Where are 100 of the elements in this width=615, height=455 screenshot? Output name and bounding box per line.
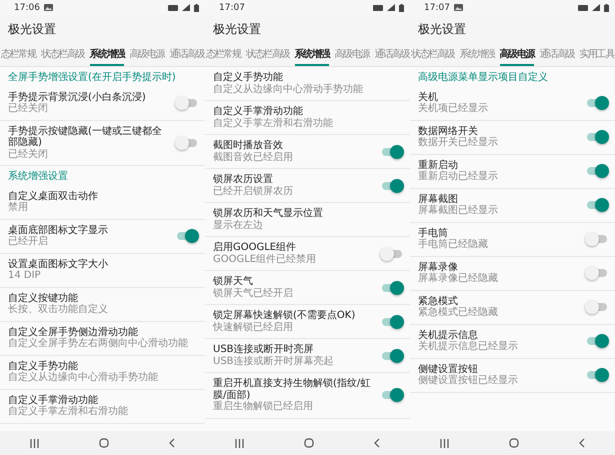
image-icon bbox=[44, 4, 53, 11]
setting-summary: 自定义手掌左滑和右滑功能 bbox=[213, 118, 333, 129]
battery-icon bbox=[399, 4, 404, 12]
app-title: 极光设置 bbox=[8, 20, 56, 38]
toggle-switch[interactable] bbox=[585, 266, 609, 280]
app-title: 极光设置 bbox=[213, 20, 261, 38]
setting-title[interactable]: 锁屏天气 bbox=[213, 276, 253, 288]
app-title: 极光设置 bbox=[418, 20, 466, 38]
setting-title[interactable]: 重新启动 bbox=[418, 160, 458, 171]
tab[interactable]: 系统增强 bbox=[90, 43, 124, 66]
setting-title[interactable]: 自定义手势功能 bbox=[8, 360, 78, 372]
toggle-switch[interactable] bbox=[380, 388, 404, 402]
indicator-icon bbox=[373, 4, 383, 10]
section-header: 系统增强设置 bbox=[7, 170, 69, 184]
setting-summary: 屏幕截图已经显示 bbox=[418, 205, 498, 216]
signal-icon bbox=[387, 4, 395, 11]
toggle-switch[interactable] bbox=[175, 229, 199, 243]
back-icon[interactable] bbox=[169, 438, 175, 448]
setting-title[interactable]: 关机提示信息 bbox=[418, 330, 478, 341]
back-icon[interactable] bbox=[374, 438, 380, 448]
toggle-switch[interactable] bbox=[585, 368, 609, 382]
indicator-icon bbox=[168, 4, 178, 10]
setting-title[interactable]: 屏幕截图 bbox=[418, 194, 458, 205]
tab[interactable]: 高级电源 bbox=[500, 43, 534, 66]
setting-title[interactable]: 侧键设置按钮 bbox=[418, 364, 478, 375]
setting-title[interactable]: 数据网络开关 bbox=[418, 126, 478, 137]
toggle-switch[interactable] bbox=[175, 96, 199, 110]
toggle-switch[interactable] bbox=[585, 130, 609, 144]
setting-summary: 自定义手掌左滑和右滑功能 bbox=[8, 406, 128, 418]
setting-title[interactable]: 锁屏农历设置 bbox=[213, 174, 273, 186]
image-icon bbox=[454, 4, 463, 11]
setting-title[interactable]: 自定义手掌滑动功能 bbox=[213, 106, 303, 118]
setting-title[interactable]: 自定义手势功能 bbox=[213, 72, 283, 84]
setting-summary: 数据开关已经显示 bbox=[418, 137, 498, 148]
setting-summary: 屏幕录像已经隐藏 bbox=[418, 273, 498, 284]
toggle-switch[interactable] bbox=[585, 198, 609, 212]
setting-summary: 手电筒已经隐藏 bbox=[418, 239, 488, 250]
setting-summary: 重启生物解锁已经启用 bbox=[213, 401, 313, 412]
setting-summary: 已经关闭 bbox=[8, 103, 48, 114]
status-time: 17:07 bbox=[424, 2, 450, 12]
toggle-switch[interactable] bbox=[585, 334, 609, 348]
section-header: 全屏手势增强设置(在开启手势提示时) bbox=[7, 70, 177, 85]
toggle-switch[interactable] bbox=[380, 178, 404, 192]
setting-summary: 侧键设置按钮已经显示 bbox=[418, 375, 518, 386]
setting-summary: 自定义从边缘向中心滑动手势功能 bbox=[8, 372, 158, 384]
setting-title[interactable]: 重启开机直接支持生物解锁(指纹/虹膜/面部) bbox=[213, 378, 374, 401]
status-time: 17:06 bbox=[14, 2, 40, 12]
setting-title[interactable]: 桌面底部图标文字显示 bbox=[8, 224, 108, 236]
setting-title[interactable]: 紧急模式 bbox=[418, 296, 458, 307]
signal-icon bbox=[592, 4, 600, 11]
battery-icon bbox=[194, 4, 199, 12]
setting-summary: 关机提示信息已经显示 bbox=[418, 341, 518, 352]
setting-title[interactable]: 锁定屏幕快速解锁(不需要点OK) bbox=[213, 310, 356, 322]
setting-summary: 自定义全屏手势左右两侧向中心滑动功能 bbox=[8, 338, 188, 350]
setting-title[interactable]: 设置桌面图标文字大小 bbox=[8, 258, 108, 270]
setting-summary: 已经关闭 bbox=[8, 148, 48, 160]
setting-summary: USB连接或断开时屏幕亮起 bbox=[213, 356, 334, 367]
recent-apps-icon[interactable] bbox=[440, 438, 449, 448]
setting-title[interactable]: 关机 bbox=[418, 92, 438, 103]
setting-title[interactable]: USB连接或断开时亮屏 bbox=[213, 344, 314, 356]
home-icon[interactable] bbox=[304, 438, 314, 448]
setting-title[interactable]: 自定义手掌滑动功能 bbox=[8, 394, 98, 406]
toggle-switch[interactable] bbox=[380, 314, 404, 328]
setting-summary: GOOGLE组件已经禁用 bbox=[213, 254, 316, 265]
tab[interactable]: 系统增强 bbox=[294, 43, 329, 66]
toggle-switch[interactable] bbox=[380, 348, 404, 362]
setting-title[interactable]: 屏幕录像 bbox=[418, 262, 458, 273]
toggle-switch[interactable] bbox=[585, 232, 609, 246]
toggle-switch[interactable] bbox=[380, 246, 404, 260]
setting-title[interactable]: 手势提示按键隐藏(一键或三键都全部隐藏) bbox=[8, 126, 169, 148]
setting-title[interactable]: 自定义全屏手势侧边滑动功能 bbox=[8, 326, 138, 338]
setting-title[interactable]: 自定义桌面双击动作 bbox=[8, 190, 98, 202]
battery-icon bbox=[604, 4, 609, 12]
setting-summary: 截图音效已经启用 bbox=[213, 152, 293, 163]
home-icon[interactable] bbox=[509, 438, 519, 448]
setting-title[interactable]: 手电筒 bbox=[418, 228, 448, 239]
recent-apps-icon[interactable] bbox=[30, 438, 39, 448]
setting-summary: 已经开启锁屏农历 bbox=[213, 186, 293, 197]
signal-icon bbox=[182, 4, 190, 11]
recent-apps-icon[interactable] bbox=[235, 438, 244, 448]
setting-title[interactable]: 自定义按键功能 bbox=[8, 292, 78, 304]
setting-title[interactable]: 截图时播放音效 bbox=[213, 140, 283, 152]
setting-summary: 重新启动已经显示 bbox=[418, 171, 498, 182]
toggle-switch[interactable] bbox=[380, 280, 404, 294]
back-icon[interactable] bbox=[579, 438, 585, 448]
toggle-switch[interactable] bbox=[585, 164, 609, 178]
setting-summary: 关机项已经显示 bbox=[418, 103, 488, 114]
status-time: 17:07 bbox=[219, 2, 245, 12]
toggle-switch[interactable] bbox=[585, 300, 609, 314]
setting-summary: 14 DIP bbox=[8, 270, 41, 282]
setting-title[interactable]: 手势提示背景沉浸(小白条沉浸) bbox=[8, 92, 146, 103]
home-icon[interactable] bbox=[99, 438, 109, 448]
setting-title[interactable]: 锁屏农历和天气显示位置 bbox=[213, 208, 323, 220]
setting-summary: 自定义从边缘向中心滑动手势功能 bbox=[213, 84, 363, 95]
setting-summary: 长按、双击功能自定义 bbox=[8, 304, 108, 316]
toggle-switch[interactable] bbox=[585, 96, 609, 110]
toggle-switch[interactable] bbox=[175, 136, 199, 150]
setting-summary: 紧急模式已经隐藏 bbox=[418, 307, 498, 318]
setting-title[interactable]: 启用GOOGLE组件 bbox=[213, 242, 296, 254]
toggle-switch[interactable] bbox=[380, 144, 404, 158]
